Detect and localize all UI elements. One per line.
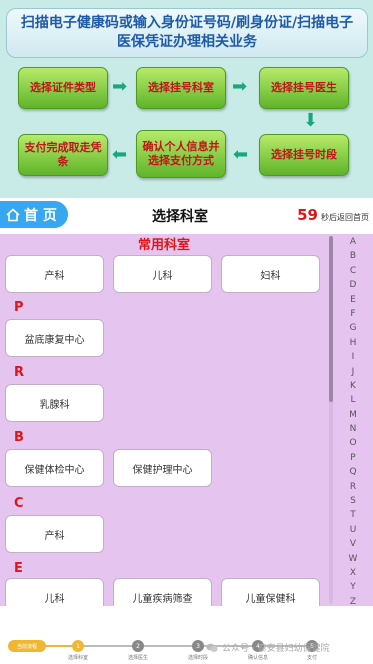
index-letter[interactable]: A	[338, 235, 368, 249]
progress-node-label: 支付	[306, 655, 317, 661]
department-button[interactable]: 儿科	[5, 578, 104, 606]
index-letter[interactable]: P	[338, 451, 368, 465]
countdown-timer: 59 秒后返回首页	[297, 206, 369, 224]
department-button[interactable]: 乳腺科	[5, 384, 104, 422]
department-button[interactable]: 儿童保健科	[221, 578, 320, 606]
progress-node: 1	[72, 640, 84, 652]
home-label: 首 页	[24, 207, 57, 224]
arrow-down-icon: ⬇	[303, 110, 319, 131]
index-letter[interactable]: D	[338, 278, 368, 292]
index-letter[interactable]: T	[338, 508, 368, 522]
guide-step-5: 确认个人信息并选择支付方式	[136, 130, 226, 178]
index-letter[interactable]: F	[338, 307, 368, 321]
index-letter[interactable]: Z	[338, 595, 368, 606]
department-button[interactable]: 儿童疾病筛查	[113, 578, 212, 606]
index-letter[interactable]: J	[338, 365, 368, 379]
department-button[interactable]: 产科	[5, 255, 104, 293]
process-guide: 扫描电子健康码或输入身份证号码/刷身份证/扫描电子医保凭证办理相关业务 选择证件…	[0, 0, 373, 198]
watermark-text: 公众号 · 泰安县妇幼保健院	[222, 644, 330, 654]
index-letter[interactable]: N	[338, 422, 368, 436]
current-step-badge: 当前流程	[8, 640, 46, 652]
index-letter[interactable]: B	[338, 249, 368, 263]
home-button[interactable]: 首 页	[0, 201, 68, 228]
section-letter: R	[14, 365, 25, 380]
progress-node-label: 确认信息	[247, 655, 268, 661]
progress-node: 2	[132, 640, 144, 652]
alphabet-index: A B C D E F G H I J K L M N O P Q R S T …	[338, 235, 368, 606]
department-button[interactable]: 儿科	[113, 255, 212, 293]
index-letter[interactable]: E	[338, 293, 368, 307]
guide-step-3: 选择挂号医生	[259, 67, 349, 109]
index-letter[interactable]: G	[338, 321, 368, 335]
countdown-text: 秒后返回首页	[321, 213, 369, 222]
watermark: 公众号 · 泰安县妇幼保健院	[206, 641, 330, 654]
index-letter[interactable]: U	[338, 523, 368, 537]
guide-step-4: 选择挂号时段	[259, 134, 349, 176]
index-letter[interactable]: K	[338, 379, 368, 393]
countdown-value: 59	[297, 206, 318, 224]
index-letter[interactable]: V	[338, 537, 368, 551]
index-letter[interactable]: W	[338, 552, 368, 566]
progress-node-label: 选择科室	[67, 655, 88, 661]
index-letter[interactable]: M	[338, 408, 368, 422]
wechat-icon	[206, 643, 218, 652]
index-letter[interactable]: R	[338, 480, 368, 494]
instruction-banner: 扫描电子健康码或输入身份证号码/刷身份证/扫描电子医保凭证办理相关业务	[6, 8, 368, 58]
page-header: 首 页 选择科室 59 秒后返回首页	[0, 198, 373, 234]
registration-screen: 扫描电子健康码或输入身份证号码/刷身份证/扫描电子医保凭证办理相关业务 选择证件…	[0, 0, 373, 664]
guide-step-1: 选择证件类型	[18, 67, 108, 109]
index-letter[interactable]: S	[338, 494, 368, 508]
index-letter[interactable]: L	[338, 393, 368, 407]
arrow-left-icon: ⬅	[112, 144, 128, 165]
department-list: 常用科室 产科 儿科 妇科 P 盆底康复中心 R 乳腺科 B 保健体检中心 保健…	[0, 234, 373, 606]
index-letter[interactable]: H	[338, 336, 368, 350]
section-letter: E	[14, 561, 23, 576]
index-letter[interactable]: I	[338, 350, 368, 364]
index-letter[interactable]: Q	[338, 465, 368, 479]
guide-step-2: 选择挂号科室	[136, 67, 226, 109]
home-icon	[6, 207, 20, 221]
department-button[interactable]: 保健体检中心	[5, 449, 104, 487]
scrollbar-thumb[interactable]	[329, 236, 333, 402]
department-button[interactable]: 妇科	[221, 255, 320, 293]
index-letter[interactable]: Y	[338, 580, 368, 594]
index-letter[interactable]: X	[338, 566, 368, 580]
progress-node-label: 选择时段	[187, 655, 208, 661]
section-letter: C	[14, 496, 24, 511]
progress-node: 3	[192, 640, 204, 652]
progress-node-label: 选择医生	[127, 655, 148, 661]
department-button[interactable]: 保健护理中心	[113, 449, 212, 487]
index-letter[interactable]: O	[338, 436, 368, 450]
department-button[interactable]: 产科	[5, 515, 104, 553]
progress-footer: 当前流程 1 选择科室 2 选择医生 3 选择时段 4 确认信息 5 支付 公众…	[0, 606, 373, 664]
arrow-right-icon: ➡	[112, 76, 128, 97]
page-title: 选择科室	[152, 209, 208, 225]
arrow-left-icon: ⬅	[233, 144, 249, 165]
guide-step-6: 支付完成取走凭条	[18, 134, 108, 176]
department-button[interactable]: 盆底康复中心	[5, 319, 104, 357]
section-letter: P	[14, 300, 24, 315]
common-departments-title: 常用科室	[138, 238, 191, 253]
section-letter: B	[14, 430, 24, 445]
arrow-right-icon: ➡	[232, 76, 248, 97]
index-letter[interactable]: C	[338, 264, 368, 278]
